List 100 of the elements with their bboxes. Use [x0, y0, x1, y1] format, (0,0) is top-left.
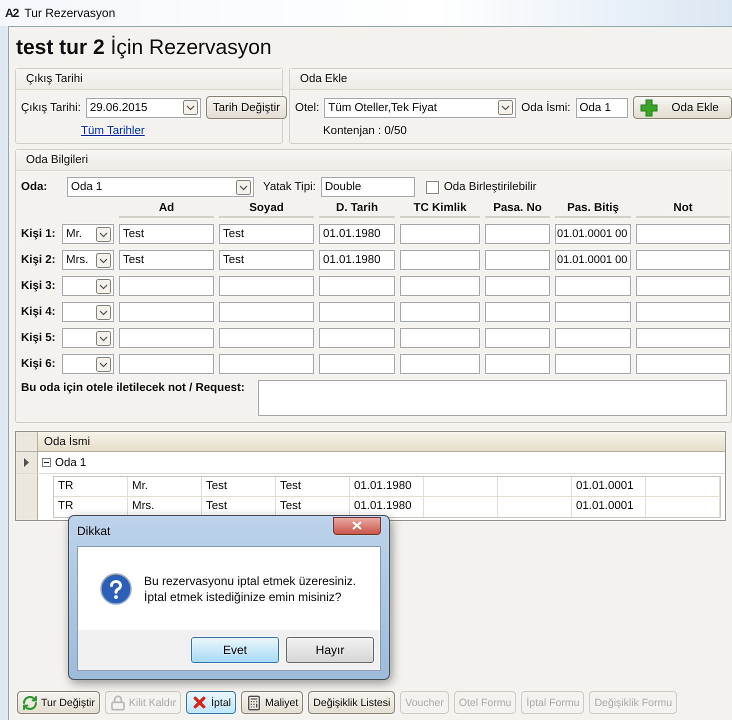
column-header: D. Tarih — [319, 202, 395, 218]
group-title: Oda Ekle — [290, 69, 732, 90]
person-label: Kişi 3: — [21, 280, 57, 292]
window-title: Tur Rezervasyon — [24, 6, 116, 20]
text-field[interactable] — [319, 302, 395, 322]
text-field[interactable] — [485, 276, 550, 296]
group-title: Çıkış Tarihi — [16, 69, 282, 90]
person-label: Kişi 5: — [21, 332, 57, 344]
text-field[interactable] — [319, 328, 395, 348]
text-field[interactable] — [400, 250, 480, 270]
text-field[interactable] — [119, 328, 214, 348]
text-field[interactable] — [119, 354, 214, 374]
column-header: Ad — [119, 202, 214, 218]
table-cell: TR — [54, 477, 128, 496]
close-button[interactable] — [333, 516, 381, 534]
text-field[interactable] — [319, 354, 395, 374]
text-field[interactable] — [555, 328, 631, 348]
date-dropdown[interactable]: 29.06.2015 — [86, 98, 201, 118]
text-field[interactable] — [555, 276, 631, 296]
text-field[interactable] — [636, 250, 730, 270]
table-cell: Test — [202, 477, 276, 496]
field-label: Çıkış Tarihi: — [21, 102, 81, 114]
text-field[interactable] — [219, 302, 314, 322]
table-cell: Mr. — [128, 477, 202, 496]
text-field[interactable] — [485, 224, 550, 244]
quota-text: Kontenjan : 0/50 — [323, 125, 407, 137]
text-field[interactable]: Test — [219, 224, 314, 244]
title-dropdown[interactable] — [62, 276, 114, 296]
text-field[interactable] — [119, 302, 214, 322]
text-field[interactable] — [636, 224, 730, 244]
dialog-button[interactable]: Evet — [191, 637, 279, 663]
question-icon — [100, 572, 132, 604]
title-dropdown[interactable]: Mrs. — [62, 250, 114, 270]
toolbar-button[interactable]: İptal — [186, 691, 236, 714]
checkbox[interactable] — [426, 180, 439, 194]
text-field[interactable]: 01.01.1980 — [319, 224, 395, 244]
text-field[interactable] — [219, 328, 314, 348]
text-field[interactable] — [319, 276, 395, 296]
text-field[interactable] — [555, 354, 631, 374]
text-field[interactable] — [485, 302, 550, 322]
text-field[interactable]: Test — [119, 224, 214, 244]
room-name-field[interactable]: Oda 1 — [576, 98, 628, 118]
person-label: Kişi 2: — [21, 254, 57, 266]
text-field[interactable] — [400, 354, 480, 374]
hotel-dropdown[interactable]: Tüm Oteller,Tek Fiyat — [324, 98, 516, 118]
change-date-button[interactable]: Tarih Değiştir — [206, 96, 287, 119]
row-header[interactable] — [16, 452, 38, 473]
refresh-icon — [22, 694, 38, 710]
field-label: Oda İsmi: — [521, 102, 571, 114]
text-field[interactable] — [485, 250, 550, 270]
column-header: TC Kimlik — [400, 202, 480, 218]
note-field[interactable] — [258, 380, 727, 416]
title-dropdown[interactable] — [62, 354, 114, 374]
room-dropdown[interactable]: Oda 1 — [67, 177, 254, 197]
title-dropdown[interactable] — [62, 302, 114, 322]
group-title: Oda Bilgileri — [16, 150, 731, 171]
text-field[interactable] — [400, 224, 480, 244]
text-field[interactable] — [555, 302, 631, 322]
table-cell: Test — [276, 477, 350, 496]
text-field[interactable] — [636, 354, 730, 374]
text-field[interactable] — [636, 328, 730, 348]
column-header: Oda İsmi — [43, 434, 90, 450]
bed-type-field[interactable]: Double — [320, 177, 415, 197]
field-label: Yatak Tipi: — [263, 181, 316, 193]
room-name[interactable]: Oda 1 — [55, 456, 86, 468]
cross-icon — [191, 694, 208, 711]
title-dropdown[interactable] — [62, 328, 114, 348]
table-cell: 01.01.0001 — [572, 477, 646, 496]
dialog-button[interactable]: Hayır — [286, 637, 374, 663]
text-field[interactable] — [400, 328, 480, 348]
column-header: Not — [636, 202, 730, 218]
text-field[interactable]: Test — [119, 250, 214, 270]
toolbar-button[interactable]: Maliyet — [241, 691, 304, 714]
close-icon — [352, 521, 362, 530]
all-dates-link[interactable]: Tüm Tarihler — [81, 125, 145, 137]
text-field[interactable] — [400, 302, 480, 322]
text-field[interactable] — [485, 328, 550, 348]
text-field[interactable]: 01.01.0001 00 — [555, 250, 631, 270]
text-field[interactable]: 01.01.0001 00 — [555, 224, 631, 244]
page-heading: test tur 2 İçin Rezervasyon — [15, 34, 273, 61]
collapse-icon[interactable] — [42, 458, 51, 467]
toolbar-button[interactable]: Değişiklik Listesi — [308, 691, 396, 714]
column-header: Pasa. No — [485, 202, 550, 218]
text-field[interactable] — [636, 276, 730, 296]
text-field[interactable] — [400, 276, 480, 296]
text-field[interactable]: Test — [219, 250, 314, 270]
text-field[interactable] — [219, 354, 314, 374]
title-dropdown[interactable]: Mr. — [62, 224, 114, 244]
person-label: Kişi 4: — [21, 306, 57, 318]
text-field[interactable]: 01.01.1980 — [319, 250, 395, 270]
toolbar-button[interactable]: Tur Değiştir — [17, 691, 100, 714]
text-field[interactable] — [485, 354, 550, 374]
add-room-button[interactable]: Oda Ekle — [632, 96, 732, 119]
text-field[interactable] — [636, 302, 730, 322]
plus-icon — [640, 98, 658, 116]
column-header: Soyad — [219, 202, 314, 218]
field-label: Otel: — [295, 102, 320, 114]
text-field[interactable] — [219, 276, 314, 296]
dialog-title: Dikkat — [77, 524, 110, 538]
text-field[interactable] — [119, 276, 214, 296]
